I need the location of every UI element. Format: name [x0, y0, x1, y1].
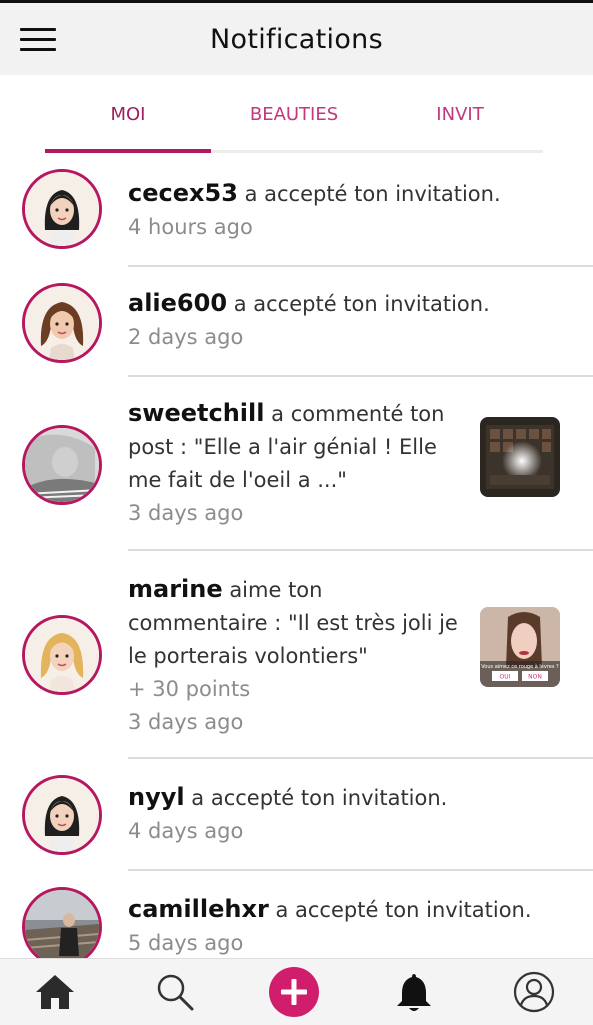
post-thumbnail[interactable] — [480, 417, 560, 497]
tab-moi[interactable]: MOI — [45, 75, 211, 153]
cartoon-girl-avatar-icon — [25, 618, 99, 692]
profile-icon-glyph — [513, 971, 555, 1013]
app-header: Notifications — [0, 3, 593, 75]
add-icon-glyph — [269, 967, 319, 1017]
tab-beauties[interactable]: BEAUTIES — [211, 75, 377, 153]
username[interactable]: alie600 — [128, 289, 227, 317]
notification-item[interactable]: sweetchill a commenté ton post : "Elle a… — [0, 377, 593, 551]
avatar[interactable] — [22, 887, 102, 958]
notification-text: a accepté ton invitation. — [227, 292, 490, 316]
cartoon-girl-avatar-icon — [25, 778, 99, 852]
timestamp: 3 days ago — [128, 710, 244, 734]
timestamp: 5 days ago — [128, 931, 244, 955]
search-icon[interactable] — [135, 959, 215, 1025]
username[interactable]: camillehxr — [128, 895, 269, 923]
user-photo-icon — [25, 890, 99, 958]
username[interactable]: marine — [128, 575, 223, 603]
search-icon-glyph — [157, 974, 194, 1011]
notification-text: a accepté ton invitation. — [237, 182, 501, 206]
avatar[interactable] — [22, 283, 102, 363]
tab-bar: MOI BEAUTIES INVIT — [45, 75, 543, 153]
bottom-navigation — [0, 958, 593, 1025]
timestamp: 2 days ago — [128, 325, 244, 349]
notification-item[interactable]: marine aime ton commentaire : "Il est tr… — [0, 551, 593, 759]
notification-item[interactable]: camillehxr a accepté ton invitation. 5 d… — [0, 871, 593, 958]
timestamp: 4 days ago — [128, 819, 244, 843]
thumbnail-no: NON — [528, 674, 542, 681]
profile-icon[interactable] — [494, 959, 574, 1025]
username[interactable]: nyyl — [128, 783, 185, 811]
page-title: Notifications — [210, 23, 383, 55]
timestamp: 4 hours ago — [128, 215, 253, 239]
bell-icon[interactable] — [374, 959, 454, 1025]
avatar[interactable] — [22, 169, 102, 249]
thumbnail-yes: OUI — [500, 674, 511, 681]
hamburger-menu-icon[interactable] — [20, 28, 56, 52]
notification-item[interactable]: alie600 a accepté ton invitation. 2 days… — [0, 267, 593, 377]
notification-text: a accepté ton invitation. — [268, 898, 532, 922]
post-thumbnail[interactable]: Vous aimez ce rouge à lèvres ? OUI NON — [480, 607, 560, 687]
username[interactable]: sweetchill — [128, 399, 264, 427]
lipstick-poll-image: Vous aimez ce rouge à lèvres ? OUI NON — [480, 607, 560, 687]
eyeshadow-palette-image — [480, 417, 560, 497]
add-icon[interactable] — [254, 959, 334, 1025]
username[interactable]: cecex53 — [128, 179, 238, 207]
user-photo-icon — [25, 428, 99, 502]
home-icon-glyph — [36, 975, 74, 1009]
notification-item[interactable]: cecex53 a accepté ton invitation. 4 hour… — [0, 153, 593, 267]
notification-list: cecex53 a accepté ton invitation. 4 hour… — [0, 153, 593, 958]
thumbnail-question: Vous aimez ce rouge à lèvres ? — [481, 663, 559, 670]
notification-text: a accepté ton invitation. — [184, 786, 448, 810]
avatar[interactable] — [22, 425, 102, 505]
home-icon[interactable] — [15, 959, 95, 1025]
tab-invit[interactable]: INVIT — [377, 75, 543, 153]
cartoon-girl-avatar-icon — [25, 172, 99, 246]
avatar[interactable] — [22, 775, 102, 855]
points-earned: + 30 points — [128, 677, 251, 701]
cartoon-girl-avatar-icon — [25, 286, 99, 360]
timestamp: 3 days ago — [128, 501, 244, 525]
avatar[interactable] — [22, 615, 102, 695]
bell-icon-glyph — [397, 974, 431, 1011]
notification-item[interactable]: nyyl a accepté ton invitation. 4 days ag… — [0, 759, 593, 871]
